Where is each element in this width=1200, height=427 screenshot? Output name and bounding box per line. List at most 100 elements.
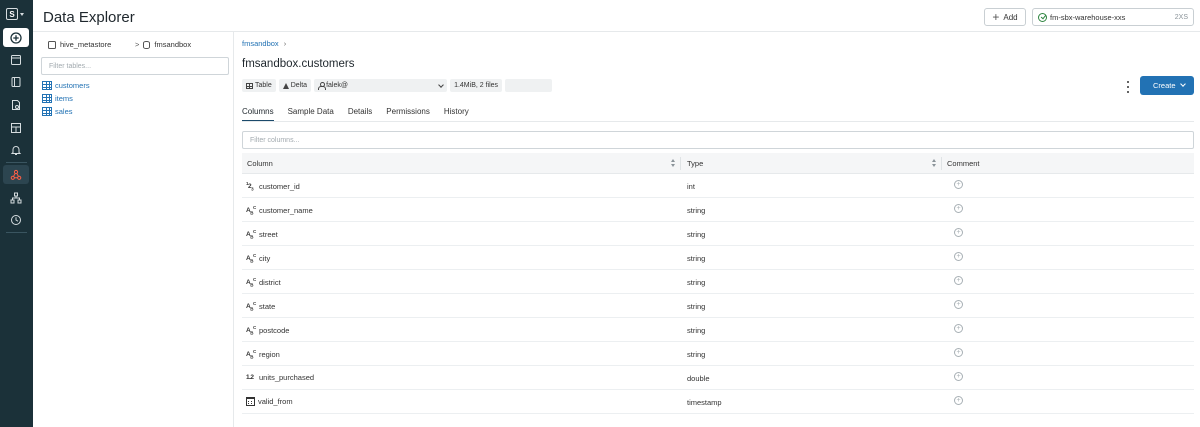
add-button[interactable]: + Add [984, 8, 1026, 26]
rail-divider [6, 162, 27, 163]
add-comment-icon[interactable]: + [954, 348, 963, 357]
create-button[interactable]: Create [1140, 76, 1194, 95]
add-comment-icon[interactable]: + [954, 180, 963, 189]
warehouse-size: 2XS [1174, 13, 1188, 21]
column-type: string [687, 254, 706, 263]
add-comment-icon[interactable]: + [954, 300, 963, 309]
column-name: units_purchased [259, 373, 315, 382]
alerts-icon [10, 145, 22, 155]
table-row: ABC customer_name string + [242, 198, 1194, 222]
column-name: valid_from [258, 397, 293, 406]
table-tabs: Columns Sample Data Details Permissions … [242, 107, 483, 122]
create-button-label: Create [1153, 81, 1176, 90]
tab-history[interactable]: History [444, 107, 469, 121]
header-type[interactable]: Type [687, 159, 703, 168]
integer-type-icon: 123 [246, 181, 254, 192]
column-name-cell: ABC postcode [246, 325, 289, 335]
rail-sql-editor[interactable] [3, 50, 29, 69]
rail-new-button[interactable] [3, 28, 29, 47]
column-type: string [687, 350, 706, 359]
user-icon [318, 82, 327, 90]
string-type-icon: ABC [246, 325, 256, 336]
format-chip: Delta [278, 79, 312, 92]
plus-circle-icon [10, 31, 22, 44]
table-row: ABC region string + [242, 342, 1194, 366]
add-button-label: Add [1003, 12, 1018, 22]
tree-table-items[interactable]: items [42, 94, 73, 103]
column-name-cell: 123 customer_id [246, 181, 300, 191]
schema-selector[interactable]: > fmsandbox [135, 40, 191, 49]
column-name: state [259, 301, 276, 311]
add-comment-icon[interactable]: + [954, 228, 963, 237]
column-type: string [687, 230, 706, 239]
workspace-switcher[interactable]: S [6, 7, 26, 21]
warehouse-selector[interactable]: fm-sbx-warehouse-xxs 2XS [1032, 8, 1194, 26]
filter-columns-input[interactable]: Filter columns... [242, 131, 1194, 149]
breadcrumb: fmsandbox › [242, 39, 286, 48]
column-type: string [687, 206, 706, 215]
sort-icon[interactable] [932, 159, 936, 167]
add-comment-icon[interactable]: + [954, 252, 963, 261]
column-name: city [259, 253, 271, 263]
plus-icon: + [992, 10, 1000, 24]
queries-icon [12, 99, 20, 110]
database-icon [48, 40, 56, 49]
workspace-logo-icon: S [6, 8, 18, 20]
history-icon [11, 214, 21, 225]
tab-details[interactable]: Details [348, 107, 372, 121]
grid-body: 123 customer_id int + ABC customer_name string… [242, 174, 1194, 414]
column-name: customer_id [259, 181, 300, 191]
table-row: ABC postcode string + [242, 318, 1194, 342]
chevron-down-icon [1180, 81, 1186, 87]
tree-table-customers[interactable]: customers [42, 81, 90, 90]
column-type: string [687, 302, 706, 311]
add-comment-icon[interactable]: + [954, 372, 963, 381]
rail-data[interactable] [3, 165, 29, 184]
table-title: fmsandbox.customers [242, 58, 355, 70]
table-type-label: Table [255, 82, 272, 89]
filter-tables-input[interactable]: Filter tables... [41, 57, 229, 75]
chevron-right-icon: > [135, 40, 140, 49]
tab-permissions[interactable]: Permissions [386, 107, 430, 121]
column-type: int [687, 182, 695, 191]
rail-queries[interactable] [3, 95, 29, 114]
string-type-icon: ABC [246, 205, 256, 216]
breadcrumb-schema-link[interactable]: fmsandbox [242, 39, 279, 48]
chevron-down-icon [20, 12, 24, 16]
rail-endpoints[interactable] [3, 188, 29, 207]
header-comment: Comment [947, 158, 980, 168]
format-label: Delta [290, 82, 308, 89]
column-name-cell: ABC district [246, 277, 281, 287]
extra-chip [505, 79, 553, 92]
column-name: customer_name [259, 205, 313, 215]
add-comment-icon[interactable]: + [954, 396, 963, 405]
table-row: ABC street string + [242, 222, 1194, 246]
rail-notebook[interactable] [3, 72, 29, 91]
rail-dashboards[interactable] [3, 118, 29, 137]
column-name: district [259, 277, 281, 287]
rail-history[interactable] [3, 210, 29, 229]
tab-sample-data[interactable]: Sample Data [288, 107, 334, 121]
decimal-type-icon: 1.2 [246, 374, 254, 381]
header-column[interactable]: Column [247, 159, 273, 168]
sort-icon[interactable] [671, 159, 675, 167]
owner-selector[interactable]: falek@ [314, 79, 448, 92]
rail-alerts[interactable] [3, 140, 29, 159]
tab-columns[interactable]: Columns [242, 107, 274, 122]
tree-table-sales[interactable]: sales [42, 107, 73, 116]
more-options-icon[interactable] [1126, 81, 1130, 93]
add-comment-icon[interactable]: + [954, 204, 963, 213]
data-icon [10, 169, 22, 180]
owner-label: falek@ [326, 82, 348, 89]
catalog-selector[interactable]: hive_metastore [48, 40, 111, 49]
column-resizer[interactable] [941, 157, 942, 170]
size-label: 1.4MiB, 2 files [454, 82, 499, 89]
column-resizer[interactable] [680, 157, 681, 170]
rail-divider [6, 232, 27, 233]
add-comment-icon[interactable]: + [954, 276, 963, 285]
table-icon [42, 94, 52, 103]
add-comment-icon[interactable]: + [954, 324, 963, 333]
notebook-icon [11, 76, 21, 87]
columns-grid: Column Type Comment 123 customer_id int + AB… [242, 153, 1194, 414]
string-type-icon: ABC [246, 253, 256, 264]
